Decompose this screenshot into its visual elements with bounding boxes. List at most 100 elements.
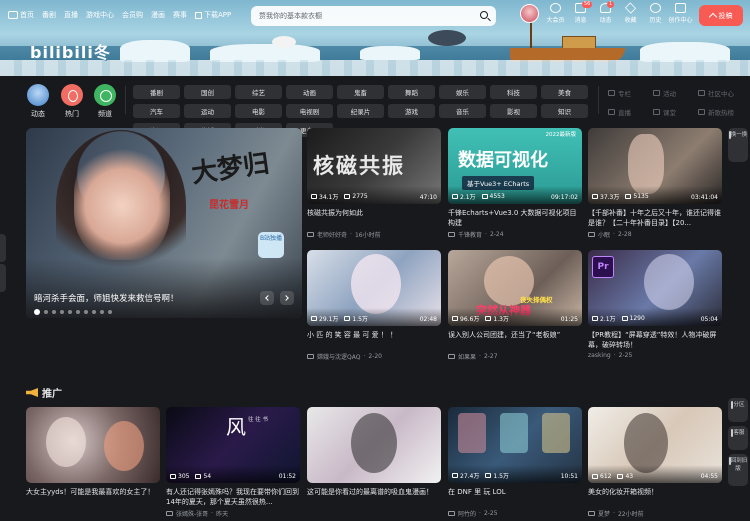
channel-channels[interactable]: 频道 — [91, 84, 119, 119]
video-title[interactable]: 在 DNF 里 玩 LOL — [448, 487, 582, 507]
category-pill[interactable]: 国创 — [184, 85, 231, 99]
video-meta[interactable]: 小眠 · 2-28 — [588, 230, 722, 239]
video-title[interactable]: 【PR教程】“屏幕穿透”特效！人物冲破屏幕，破碎转场！ — [588, 330, 722, 350]
category-pill[interactable]: 鬼畜 — [337, 85, 384, 99]
carousel-next-button[interactable] — [280, 291, 294, 305]
video-meta[interactable]: zasking · 2-25 — [588, 352, 722, 359]
video-meta[interactable]: 阿竹的 · 2-25 — [448, 509, 582, 518]
nav-comics[interactable]: 漫画 — [151, 10, 165, 20]
video-title[interactable]: 【千部补番】十年之后又十年，谁还记得谁是谁？【二十年补番目录】【20... — [588, 208, 722, 228]
video-card[interactable]: 丧失择偶权 突然从神器 96.6万1.3万 01:25 误入别人公司团建，还当了… — [448, 250, 582, 361]
category-pill[interactable]: 游戏 — [388, 104, 435, 118]
link-activity[interactable]: 活动 — [653, 86, 698, 100]
nav-esports[interactable]: 赛事 — [173, 10, 187, 20]
nav-game-center[interactable]: 游戏中心 — [86, 10, 114, 20]
video-title[interactable]: 千锋Echarts+Vue3.0 大数据可视化项目构建 — [448, 208, 582, 228]
promo-card[interactable]: 这可能是你看过的最离谱的吸血鬼漫画！ — [307, 407, 441, 507]
category-pill[interactable]: 汽车 — [133, 104, 180, 118]
video-meta[interactable]: 老师好好奇 · 16小时前 — [307, 230, 441, 239]
video-thumbnail[interactable]: 2022最新版 数据可视化 基于Vue3+ ECharts 2.1万 4553 0… — [448, 128, 582, 204]
carousel-prev-button[interactable] — [260, 291, 274, 305]
category-pill[interactable]: 影视 — [490, 104, 537, 118]
category-pill[interactable]: 知识 — [541, 104, 588, 118]
video-title[interactable]: 大女主yyds！可能是我最喜欢的女主了！ — [26, 487, 160, 507]
zone-button[interactable]: 分区 — [728, 398, 748, 422]
carousel-dot[interactable] — [52, 310, 56, 314]
link-community[interactable]: 社区中心 — [698, 86, 743, 100]
refresh-button[interactable]: 换一换 — [728, 128, 748, 162]
video-card[interactable]: 29.1万 1.5万 02:48 小 匹 的 笑 容 最 可 爱 ！ ！ 嫦娥与沈… — [307, 250, 441, 361]
carousel-dot[interactable] — [34, 309, 40, 315]
carousel-dot[interactable] — [76, 310, 80, 314]
carousel-dot[interactable] — [100, 310, 104, 314]
category-pill[interactable]: 科技 — [490, 85, 537, 99]
video-title[interactable]: 有人还记得张嫣殊吗？我现在要带你们回到14年的夏天，那个夏天虽然很热... — [166, 487, 300, 507]
carousel-dot[interactable] — [68, 310, 72, 314]
video-card[interactable]: Pr 2.1万 1290 05:04 【PR教程】“屏幕穿透”特效！人物冲破屏幕，… — [588, 250, 722, 359]
category-pill[interactable]: 电影 — [235, 104, 282, 118]
video-thumbnail[interactable]: Pr 2.1万 1290 05:04 — [588, 250, 722, 326]
video-thumbnail[interactable]: 27.4万 1.5万 10:51 — [448, 407, 582, 483]
nav-live[interactable]: 直播 — [64, 10, 78, 20]
video-card[interactable]: 2022最新版 数据可视化 基于Vue3+ ECharts 2.1万 4553 0… — [448, 128, 582, 239]
category-pill[interactable]: 电视剧 — [286, 104, 333, 118]
left-scroll-handle[interactable] — [0, 264, 6, 292]
link-music-chart[interactable]: 新歌热榜 — [698, 105, 743, 119]
video-meta[interactable]: 夏梦 · 22小时前 — [588, 509, 722, 518]
channel-hot[interactable]: 热门 — [58, 84, 86, 119]
promo-card[interactable]: 大女主yyds！可能是我最喜欢的女主了！ — [26, 407, 160, 507]
featured-carousel[interactable]: 大梦归 昆花雪月 B站独播 暗河杀手会面，师姐快发来救信号啊！ — [26, 128, 302, 318]
carousel-dot[interactable] — [108, 310, 112, 314]
video-card[interactable]: 37.3万 5135 03:41:04 【千部补番】十年之后又十年，谁还记得谁是谁… — [588, 128, 722, 239]
category-pill[interactable]: 运动 — [184, 104, 231, 118]
link-column[interactable]: 专栏 — [608, 86, 653, 100]
category-pill[interactable]: 舞蹈 — [388, 85, 435, 99]
nav-member-shop[interactable]: 会员购 — [122, 10, 143, 20]
carousel-dot[interactable] — [44, 310, 48, 314]
nav-anime[interactable]: 番剧 — [42, 10, 56, 20]
left-scroll-handle[interactable] — [0, 234, 6, 262]
video-meta[interactable]: 张嫣殊-张哥 · 昨天 — [166, 509, 300, 518]
brand-logo[interactable]: bilibili冬 — [30, 39, 111, 63]
channel-dynamic[interactable]: 动态 — [24, 84, 52, 119]
danmaku-icon — [625, 194, 632, 199]
video-meta[interactable]: 如果果 · 2-27 — [448, 352, 582, 361]
video-thumbnail[interactable]: 核磁共振 34.1万 2775 47:10 — [307, 128, 441, 204]
promo-card[interactable]: 612 43 04:55 美女的化妆开箱视频！ 夏梦 · 22小时前 — [588, 407, 722, 518]
promo-card[interactable]: 风 往 往 书 305 54 01:52 有人还记得张嫣殊吗？我现在要带你们回到1… — [166, 407, 300, 518]
nav-home[interactable]: 首页 — [8, 10, 34, 20]
carousel-dot[interactable] — [92, 310, 96, 314]
category-pill[interactable]: 番剧 — [133, 85, 180, 99]
link-classroom[interactable]: 课堂 — [653, 105, 698, 119]
category-pill[interactable]: 动画 — [286, 85, 333, 99]
video-title[interactable]: 误入别人公司团建，还当了“老板娘” — [448, 330, 582, 350]
video-title[interactable]: 这可能是你看过的最离谱的吸血鬼漫画！ — [307, 487, 441, 507]
banner-iceberg — [120, 40, 190, 62]
promo-card[interactable]: 27.4万 1.5万 10:51 在 DNF 里 玩 LOL 阿竹的 · 2-25 — [448, 407, 582, 518]
service-button[interactable]: 客服 — [728, 426, 748, 450]
category-pill[interactable]: 音乐 — [439, 104, 486, 118]
carousel-dot[interactable] — [84, 310, 88, 314]
video-title[interactable]: 美女的化妆开箱视频！ — [588, 487, 722, 507]
video-thumbnail[interactable] — [26, 407, 160, 483]
category-pill[interactable]: 综艺 — [235, 85, 282, 99]
video-meta[interactable]: 嫦娥与沈逻QAQ · 2-20 — [307, 352, 441, 361]
video-meta[interactable]: 千锋教育 · 2-24 — [448, 230, 582, 239]
carousel-dot[interactable] — [60, 310, 64, 314]
video-thumbnail[interactable]: 37.3万 5135 03:41:04 — [588, 128, 722, 204]
link-live[interactable]: 直播 — [608, 105, 653, 119]
video-thumbnail[interactable]: 丧失择偶权 突然从神器 96.6万1.3万 01:25 — [448, 250, 582, 326]
category-pill[interactable]: 娱乐 — [439, 85, 486, 99]
old-version-button[interactable]: 回到旧版 — [728, 454, 748, 486]
video-title[interactable]: 核磁共振为何如此 — [307, 208, 441, 228]
category-pill[interactable]: 美食 — [541, 85, 588, 99]
video-thumbnail[interactable]: 612 43 04:55 — [588, 407, 722, 483]
nav-download-app[interactable]: 下载APP — [195, 10, 231, 20]
carousel-title[interactable]: 暗河杀手会面，师姐快发来救信号啊！ — [34, 292, 179, 304]
category-pill[interactable]: 纪录片 — [337, 104, 384, 118]
video-card[interactable]: 核磁共振 34.1万 2775 47:10 核磁共振为何如此 老师好好奇 · 16小时… — [307, 128, 441, 239]
video-title[interactable]: 小 匹 的 笑 容 最 可 爱 ！ ！ — [307, 330, 441, 350]
video-thumbnail[interactable]: 29.1万 1.5万 02:48 — [307, 250, 441, 326]
video-thumbnail[interactable] — [307, 407, 441, 483]
video-thumbnail[interactable]: 风 往 往 书 305 54 01:52 — [166, 407, 300, 483]
